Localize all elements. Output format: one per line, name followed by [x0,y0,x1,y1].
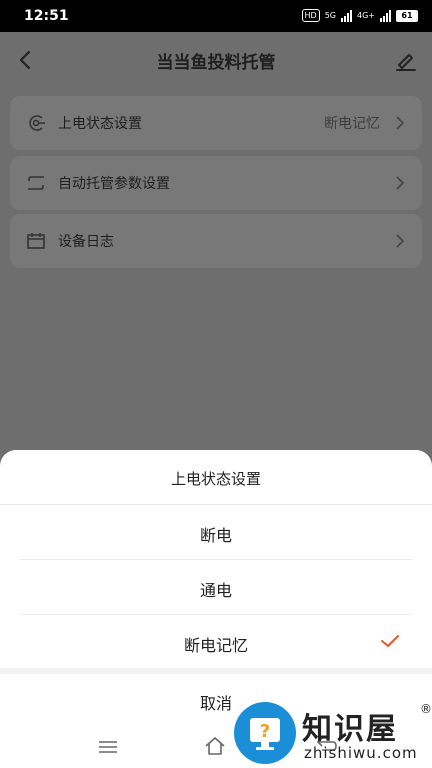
network-4g-label: 4G+ [357,11,375,20]
menu-item-label: 自动托管参数设置 [58,176,170,192]
signal-icon [341,9,352,22]
option-power-on[interactable]: 通电 [0,560,432,614]
status-time: 12:51 [24,8,69,24]
header: 当当鱼投料托管 [0,32,432,88]
status-bar: 12:51 HD 5G 4G+ 61 [0,0,432,32]
network-5g-label: 5G [324,11,336,20]
checkmark-icon [381,635,399,647]
battery-icon: 61 [396,9,418,22]
status-icons: HD 5G 4G+ 61 [301,9,418,22]
svg-text:?: ? [260,721,270,742]
menu-item-power-on-state[interactable]: 上电状态设置 断电记忆 [10,96,422,150]
hd-badge: HD [301,9,320,22]
watermark-registered: ® [420,702,432,716]
menu-item-label: 设备日志 [58,234,114,250]
home-icon[interactable] [204,736,226,756]
watermark: ? 知识屋 ® zhishiwu.com [232,700,432,768]
menu-item-device-log[interactable]: 设备日志 [10,214,422,268]
menu-item-auto-hosting[interactable]: 自动托管参数设置 [10,156,422,210]
menu-item-value: 断电记忆 [324,116,380,132]
option-power-off[interactable]: 断电 [0,505,432,559]
watermark-url: zhishiwu.com [304,744,418,762]
sheet-title: 上电状态设置 [170,470,261,488]
signal-icon-2 [380,9,391,22]
calendar-icon [27,233,45,249]
option-power-memory[interactable]: 断电记忆 [0,615,432,669]
chevron-right-icon [396,116,405,130]
option-label: 断电记忆 [183,636,248,655]
power-plug-icon [29,115,45,131]
monitor-question-icon: ? [250,718,280,750]
option-label: 断电 [199,526,232,545]
chevron-right-icon [396,234,405,248]
menu-icon[interactable] [98,740,118,754]
edit-icon[interactable] [394,48,418,72]
watermark-logo: ? [234,702,296,764]
watermark-brand: 知识屋 [302,712,398,747]
loop-icon [28,176,44,190]
option-label: 通电 [199,581,232,600]
page-title: 当当鱼投料托管 [156,53,276,73]
chevron-right-icon [396,176,405,190]
menu-item-label: 上电状态设置 [58,116,142,132]
